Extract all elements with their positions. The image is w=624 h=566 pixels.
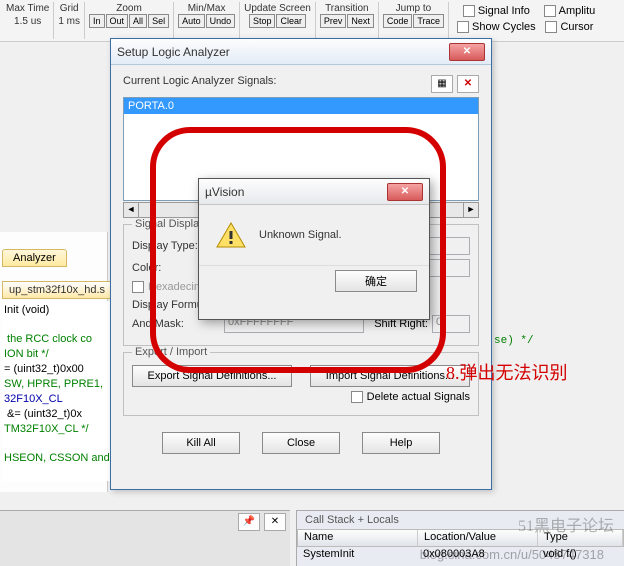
export-button[interactable]: Export Signal Definitions... xyxy=(132,365,292,387)
tool-jump: Jump to Code Trace xyxy=(379,2,449,39)
minmax-label: Min/Max xyxy=(188,3,226,14)
jump-trace-button[interactable]: Trace xyxy=(413,14,444,28)
watermark-forum: 51黑电子论坛 xyxy=(518,512,614,536)
transition-prev-button[interactable]: Prev xyxy=(320,14,347,28)
alert-title: µVision xyxy=(205,185,244,199)
max-time-label: Max Time xyxy=(6,3,49,14)
zoom-label: Zoom xyxy=(116,3,142,14)
signal-item[interactable]: PORTA.0 xyxy=(124,98,478,114)
call-stack-tab[interactable]: Call Stack + Locals xyxy=(297,511,407,529)
pin-icon[interactable]: 📌 xyxy=(238,513,260,531)
dialog-title: Setup Logic Analyzer xyxy=(117,45,230,59)
tool-minmax: Min/Max Auto Undo xyxy=(174,2,240,39)
alert-dialog: µVision ✕ Unknown Signal. 确定 xyxy=(198,178,430,320)
tab-file[interactable]: up_stm32f10x_hd.s xyxy=(2,281,112,299)
close-button[interactable]: Close xyxy=(262,432,340,454)
export-import-group: Export / Import Export Signal Definition… xyxy=(123,352,479,416)
update-stop-button[interactable]: Stop xyxy=(249,14,276,28)
tool-update: Update Screen Stop Clear xyxy=(240,2,316,39)
shift-right-input[interactable]: 0 xyxy=(432,315,470,333)
jump-code-button[interactable]: Code xyxy=(383,14,413,28)
signal-display-legend: Signal Display xyxy=(132,218,208,230)
grid-value: 1 ms xyxy=(58,16,80,27)
scroll-left-icon[interactable]: ◄ xyxy=(123,202,139,218)
watermark-url: blog.sina.com.cn/u/5045747318 xyxy=(420,547,604,562)
kill-all-button[interactable]: Kill All xyxy=(162,432,240,454)
dialog-title-bar[interactable]: Setup Logic Analyzer ✕ xyxy=(111,39,491,65)
alert-message: Unknown Signal. xyxy=(259,229,342,241)
alert-close-icon[interactable]: ✕ xyxy=(387,183,423,201)
new-signal-button[interactable]: ▦ xyxy=(431,75,453,93)
delete-actual-checkbox[interactable] xyxy=(351,391,363,403)
hex-checkbox[interactable] xyxy=(132,281,144,293)
amplitude-checkbox[interactable] xyxy=(544,5,556,17)
bottom-pane-left: 📌 ✕ xyxy=(0,510,290,566)
show-cycles-label: Show Cycles xyxy=(472,21,536,33)
cs-name: SystemInit xyxy=(303,548,423,560)
close-icon[interactable]: ✕ xyxy=(449,43,485,61)
tool-grid: Grid 1 ms xyxy=(54,2,85,39)
tool-checks: Signal Info Show Cycles xyxy=(449,2,540,39)
cursor-label: Cursor xyxy=(560,21,593,33)
export-import-legend: Export / Import xyxy=(132,346,210,358)
cursor-checkbox[interactable] xyxy=(545,21,557,33)
warning-icon xyxy=(215,221,247,249)
tool-zoom: Zoom In Out All Sel xyxy=(85,2,174,39)
signal-info-checkbox[interactable] xyxy=(463,5,475,17)
zoom-in-button[interactable]: In xyxy=(89,14,105,28)
tool-max-time: Max Time 1.5 us xyxy=(2,2,54,39)
zoom-out-button[interactable]: Out xyxy=(106,14,129,28)
delete-actual-label: Delete actual Signals xyxy=(367,391,470,403)
alert-ok-button[interactable]: 确定 xyxy=(335,270,417,292)
max-time-value: 1.5 us xyxy=(14,16,41,27)
alert-title-bar[interactable]: µVision ✕ xyxy=(199,179,429,205)
jump-label: Jump to xyxy=(396,3,432,14)
minmax-undo-button[interactable]: Undo xyxy=(206,14,236,28)
transition-next-button[interactable]: Next xyxy=(347,14,374,28)
code-fragment: se) */ xyxy=(494,335,534,347)
grid-label: Grid xyxy=(60,3,79,14)
amplitude-label: Amplitu xyxy=(559,5,596,17)
transition-label: Transition xyxy=(325,3,369,14)
tab-analyzer[interactable]: Analyzer xyxy=(2,249,67,267)
zoom-all-button[interactable]: All xyxy=(129,14,147,28)
col-name[interactable]: Name xyxy=(298,530,418,546)
zoom-sel-button[interactable]: Sel xyxy=(148,14,169,28)
show-cycles-checkbox[interactable] xyxy=(457,21,469,33)
tool-transition: Transition Prev Next xyxy=(316,2,379,39)
delete-signal-button[interactable]: ✕ xyxy=(457,75,479,93)
annotation-text: 8.弹出无法识别 xyxy=(446,361,568,385)
signal-info-label: Signal Info xyxy=(478,5,530,17)
top-toolbar: Max Time 1.5 us Grid 1 ms Zoom In Out Al… xyxy=(0,0,624,42)
signals-label: Current Logic Analyzer Signals: xyxy=(123,75,276,87)
minmax-auto-button[interactable]: Auto xyxy=(178,14,205,28)
tool-checks2: Amplitu Cursor xyxy=(540,2,600,39)
update-label: Update Screen xyxy=(244,3,311,14)
scroll-right-icon[interactable]: ► xyxy=(463,202,479,218)
update-clear-button[interactable]: Clear xyxy=(276,14,306,28)
help-button[interactable]: Help xyxy=(362,432,440,454)
close-pane-icon[interactable]: ✕ xyxy=(264,513,286,531)
